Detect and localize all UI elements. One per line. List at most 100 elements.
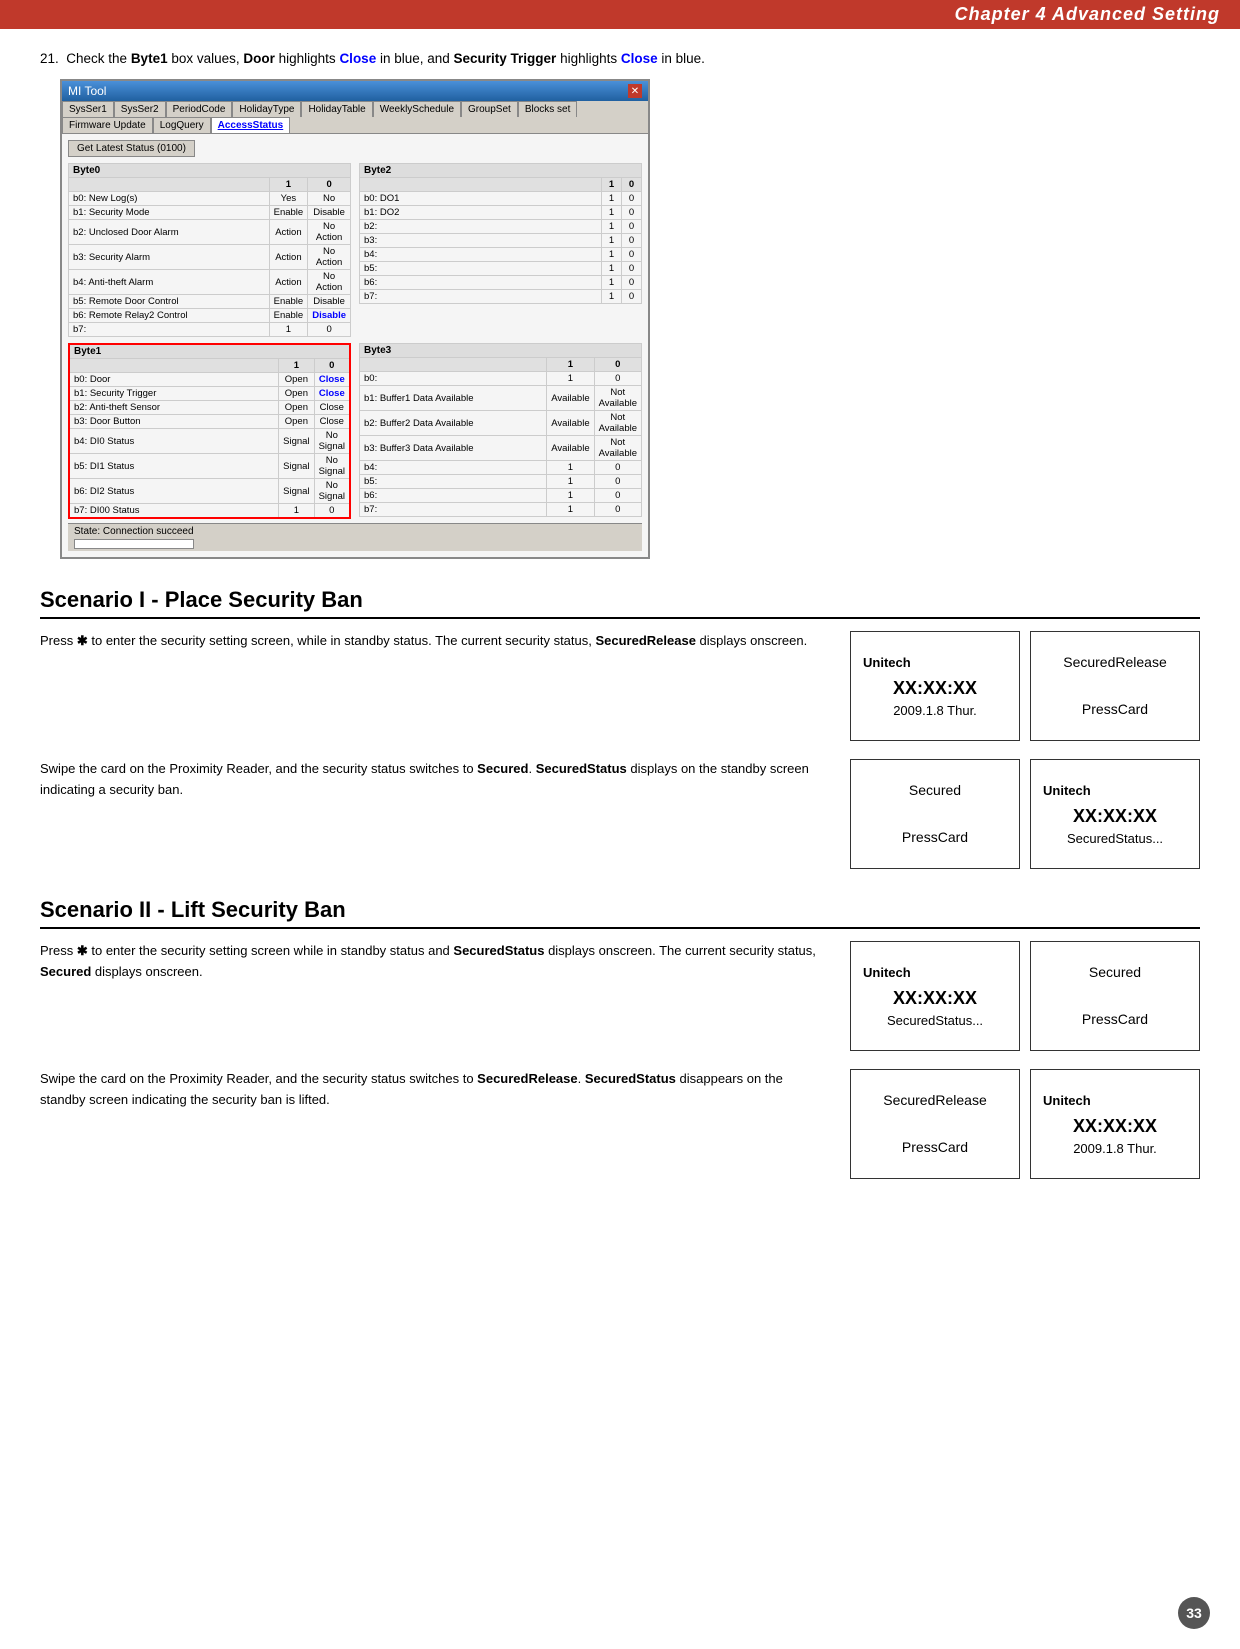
table-row: b0: DoorOpenClose bbox=[69, 373, 350, 387]
step-21: 21. Check the Byte1 box values, Door hig… bbox=[40, 49, 1200, 559]
screen-secured-status-2: SecuredStatus... bbox=[863, 1013, 1007, 1028]
screen-time: XX:XX:XX bbox=[863, 678, 1007, 699]
scenario2-title: Scenario II - Lift Security Ban bbox=[40, 897, 1200, 929]
table-row: b2: Unclosed Door AlarmActionNo Action bbox=[69, 220, 351, 245]
scenario1-left-screen-2: SecuredPressCard bbox=[850, 759, 1020, 869]
byte2-col-label bbox=[360, 178, 602, 192]
screen-date-2: 2009.1.8 Thur. bbox=[1043, 1141, 1187, 1156]
mi-tool-titlebar: MI Tool ✕ bbox=[62, 81, 648, 101]
tab-sysser2[interactable]: SysSer2 bbox=[114, 101, 166, 117]
byte0-col-label bbox=[69, 178, 270, 192]
tab-sysser1[interactable]: SysSer1 bbox=[62, 101, 114, 117]
scenario1-block1-screens: Unitech XX:XX:XX 2009.1.8 Thur. SecuredR… bbox=[850, 631, 1200, 741]
screen-date: 2009.1.8 Thur. bbox=[863, 703, 1007, 718]
byte3-table: Byte3 10 b0:10 b1: Buffer1 Data Availabl… bbox=[359, 343, 642, 517]
table-row: b4:10 bbox=[360, 248, 642, 262]
status-text: State: Connection succeed bbox=[74, 526, 194, 537]
table-row: b1: DO210 bbox=[360, 206, 642, 220]
tab-accessstatus[interactable]: AccessStatus bbox=[211, 117, 291, 133]
table-row: b7:10 bbox=[69, 323, 351, 337]
scenario2-right-screen-2: Unitech XX:XX:XX 2009.1.8 Thur. bbox=[1030, 1069, 1200, 1179]
scenario2-section: Scenario II - Lift Security Ban Press ✱ … bbox=[40, 897, 1200, 1179]
scenario2-block2: Swipe the card on the Proximity Reader, … bbox=[40, 1069, 1200, 1179]
screen-status-secured-release: SecuredReleasePressCard bbox=[1043, 651, 1187, 722]
scenario2-right-screen-1: SecuredPressCard bbox=[1030, 941, 1200, 1051]
byte1-col1: 1 bbox=[279, 359, 314, 373]
table-row: b7:10 bbox=[360, 503, 642, 517]
table-row: b5: DI1 StatusSignalNo Signal bbox=[69, 454, 350, 479]
mi-tool-close-button[interactable]: ✕ bbox=[628, 84, 642, 98]
table-row: b3:10 bbox=[360, 234, 642, 248]
scenario2-block2-screens: SecuredReleasePressCard Unitech XX:XX:XX… bbox=[850, 1069, 1200, 1179]
byte0-header: Byte0 bbox=[69, 164, 351, 178]
chapter-title: Chapter 4 Advanced Setting bbox=[955, 4, 1220, 24]
scenario2-block1-screens: Unitech XX:XX:XX SecuredStatus... Secure… bbox=[850, 941, 1200, 1051]
scenario2-left-screen-2: SecuredReleasePressCard bbox=[850, 1069, 1020, 1179]
table-row: b5:10 bbox=[360, 262, 642, 276]
mi-tool-window: MI Tool ✕ SysSer1 SysSer2 PeriodCode Hol… bbox=[60, 79, 650, 559]
screen-secured-release-2: SecuredReleasePressCard bbox=[863, 1089, 1007, 1160]
status-progress-bar bbox=[74, 539, 194, 549]
byte2-header: Byte2 bbox=[360, 164, 642, 178]
scenario2-left-screen-1: Unitech XX:XX:XX SecuredStatus... bbox=[850, 941, 1020, 1051]
mi-tool-tabs: SysSer1 SysSer2 PeriodCode HolidayType H… bbox=[62, 101, 648, 134]
table-row: b0:10 bbox=[360, 372, 642, 386]
byte3-section: Byte3 10 b0:10 b1: Buffer1 Data Availabl… bbox=[359, 343, 642, 519]
screen-time-4: XX:XX:XX bbox=[1043, 1116, 1187, 1137]
tab-firmware[interactable]: Firmware Update bbox=[62, 117, 153, 133]
table-row: b4: Anti-theft AlarmActionNo Action bbox=[69, 270, 351, 295]
table-row: b5: Remote Door ControlEnableDisable bbox=[69, 295, 351, 309]
mi-tool-title: MI Tool bbox=[68, 84, 106, 98]
screen-time-2: XX:XX:XX bbox=[1043, 806, 1187, 827]
tab-weeklyschedule[interactable]: WeeklySchedule bbox=[373, 101, 461, 117]
screen-brand-3: Unitech bbox=[863, 965, 1007, 980]
screen-secured-status: SecuredStatus... bbox=[1043, 831, 1187, 846]
byte1-col-label bbox=[69, 359, 279, 373]
tab-blocksset[interactable]: Blocks set bbox=[518, 101, 578, 117]
status-bar: State: Connection succeed bbox=[68, 523, 642, 551]
tab-logquery[interactable]: LogQuery bbox=[153, 117, 211, 133]
table-row: b6: Remote Relay2 ControlEnableDisable bbox=[69, 309, 351, 323]
byte2-col0: 0 bbox=[622, 178, 642, 192]
screen-secured: SecuredPressCard bbox=[863, 779, 1007, 850]
scenario1-block2-text: Swipe the card on the Proximity Reader, … bbox=[40, 759, 830, 801]
scenario1-block1-text: Press ✱ to enter the security setting sc… bbox=[40, 631, 830, 652]
table-row: b6: DI2 StatusSignalNo Signal bbox=[69, 479, 350, 504]
table-row: b2: Buffer2 Data AvailableAvailableNot A… bbox=[360, 411, 642, 436]
tab-holidaytable[interactable]: HolidayTable bbox=[301, 101, 372, 117]
scenario1-section: Scenario I - Place Security Ban Press ✱ … bbox=[40, 587, 1200, 869]
screen-time-3: XX:XX:XX bbox=[863, 988, 1007, 1009]
scenario1-right-screen-2: Unitech XX:XX:XX SecuredStatus... bbox=[1030, 759, 1200, 869]
byte0-col1: 1 bbox=[269, 178, 308, 192]
byte3-col-label bbox=[360, 358, 547, 372]
byte1-table: Byte1 10 b0: DoorOpenClose b1: Security … bbox=[68, 343, 351, 519]
byte-tables-bottom: Byte1 10 b0: DoorOpenClose b1: Security … bbox=[68, 343, 642, 519]
scenario1-block1: Press ✱ to enter the security setting sc… bbox=[40, 631, 1200, 741]
table-row: b4: DI0 StatusSignalNo Signal bbox=[69, 429, 350, 454]
screen-brand: Unitech bbox=[863, 655, 1007, 670]
scenario2-block2-text: Swipe the card on the Proximity Reader, … bbox=[40, 1069, 830, 1111]
byte2-table: Byte2 10 b0: DO110 b1: DO210 b2:10 b3:10… bbox=[359, 163, 642, 304]
page-number: 33 bbox=[1178, 1597, 1210, 1629]
table-row: b3: Security AlarmActionNo Action bbox=[69, 245, 351, 270]
scenario1-block2: Swipe the card on the Proximity Reader, … bbox=[40, 759, 1200, 869]
tab-periodcode[interactable]: PeriodCode bbox=[166, 101, 233, 117]
byte0-table: Byte0 10 b0: New Log(s)YesNo b1: Securit… bbox=[68, 163, 351, 337]
step-21-text: 21. Check the Byte1 box values, Door hig… bbox=[40, 49, 1200, 69]
get-latest-button[interactable]: Get Latest Status (0100) bbox=[68, 140, 195, 157]
byte0-section: Byte0 10 b0: New Log(s)YesNo b1: Securit… bbox=[68, 163, 351, 337]
table-row: b3: Buffer3 Data AvailableAvailableNot A… bbox=[360, 436, 642, 461]
byte1-col0: 0 bbox=[314, 359, 350, 373]
table-row: b7: DI00 Status10 bbox=[69, 504, 350, 519]
byte1-section: Byte1 10 b0: DoorOpenClose b1: Security … bbox=[68, 343, 351, 519]
scenario1-left-screen-1: Unitech XX:XX:XX 2009.1.8 Thur. bbox=[850, 631, 1020, 741]
table-row: b2:10 bbox=[360, 220, 642, 234]
tab-holidaytype[interactable]: HolidayType bbox=[232, 101, 301, 117]
scenario1-title: Scenario I - Place Security Ban bbox=[40, 587, 1200, 619]
table-row: b6:10 bbox=[360, 276, 642, 290]
byte2-col1: 1 bbox=[602, 178, 622, 192]
byte3-col1: 1 bbox=[547, 358, 594, 372]
table-row: b1: Security TriggerOpenClose bbox=[69, 387, 350, 401]
table-row: b1: Security ModeEnableDisable bbox=[69, 206, 351, 220]
tab-groupset[interactable]: GroupSet bbox=[461, 101, 518, 117]
